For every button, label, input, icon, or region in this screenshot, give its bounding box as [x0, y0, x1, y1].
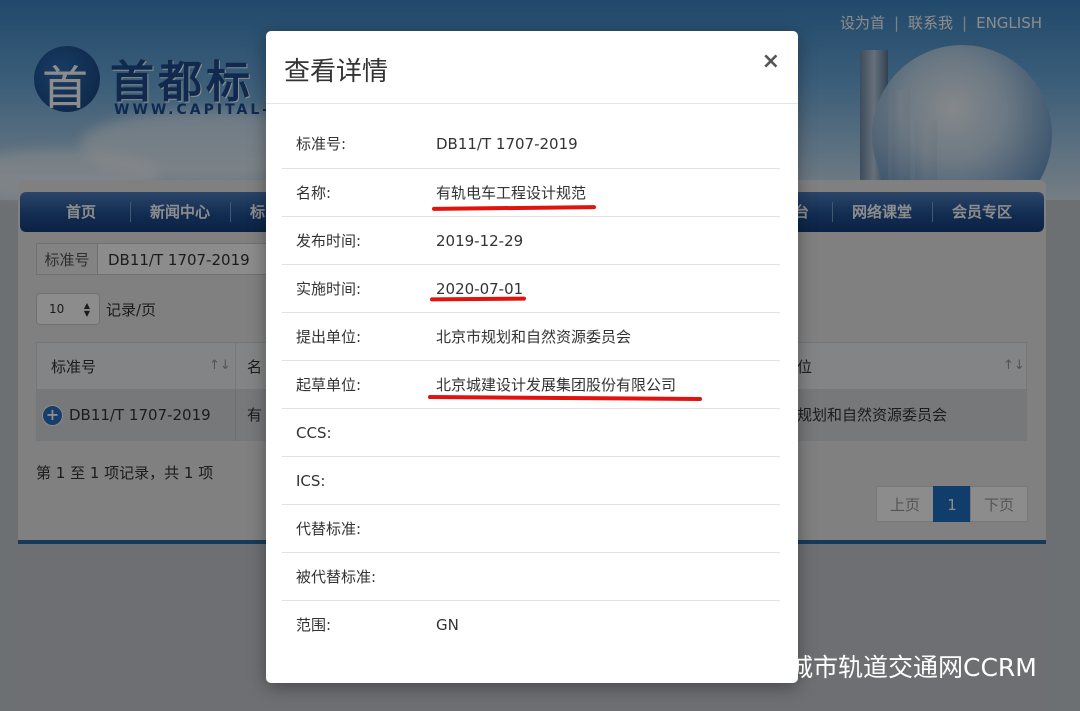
- detail-row-proposer: 提出单位: 北京市规划和自然资源委员会: [282, 312, 780, 361]
- detail-row-ics: ICS:: [282, 456, 780, 505]
- modal-title: 查看详情: [284, 57, 389, 87]
- watermark-text: 城市轨道交通网CCRM: [788, 653, 1037, 682]
- detail-value: 2019-12-29: [436, 232, 524, 250]
- detail-value: 北京市规划和自然资源委员会: [436, 328, 632, 346]
- detail-row-scope: 范围: GN: [282, 600, 780, 649]
- detail-label: 提出单位:: [296, 328, 362, 346]
- detail-value: 2020-07-01: [436, 280, 524, 298]
- close-icon[interactable]: ×: [762, 49, 780, 74]
- detail-label: 被代替标准:: [296, 568, 377, 586]
- detail-label: 范围:: [296, 616, 332, 634]
- detail-row-drafter: 起草单位: 北京城建设计发展集团股份有限公司: [282, 360, 780, 409]
- detail-row-effective-date: 实施时间: 2020-07-01: [282, 264, 780, 313]
- detail-value: 北京城建设计发展集团股份有限公司: [436, 376, 677, 394]
- detail-modal: 查看详情 × 标准号: DB11/T 1707-2019 名称: 有轨电车工程设…: [266, 31, 798, 683]
- detail-label: 标准号:: [296, 135, 347, 153]
- detail-label: CCS:: [296, 424, 332, 442]
- detail-row-publish-date: 发布时间: 2019-12-29: [282, 216, 780, 265]
- detail-value: DB11/T 1707-2019: [436, 135, 578, 153]
- wechat-icon: [737, 648, 778, 679]
- annotation-underline: [429, 296, 527, 302]
- detail-value: GN: [436, 616, 459, 634]
- detail-row-replaces: 代替标准:: [282, 504, 780, 553]
- detail-row-standard-number: 标准号: DB11/T 1707-2019: [282, 120, 780, 168]
- detail-label: 名称:: [296, 184, 332, 202]
- detail-row-ccs: CCS:: [282, 408, 780, 457]
- detail-label: 发布时间:: [296, 232, 362, 250]
- detail-label: 起草单位:: [296, 376, 362, 394]
- detail-label: 代替标准:: [296, 520, 362, 538]
- detail-label: ICS:: [296, 472, 326, 490]
- modal-header: 查看详情 ×: [266, 31, 798, 104]
- detail-row-replaced-by: 被代替标准:: [282, 552, 780, 601]
- detail-label: 实施时间:: [296, 280, 362, 298]
